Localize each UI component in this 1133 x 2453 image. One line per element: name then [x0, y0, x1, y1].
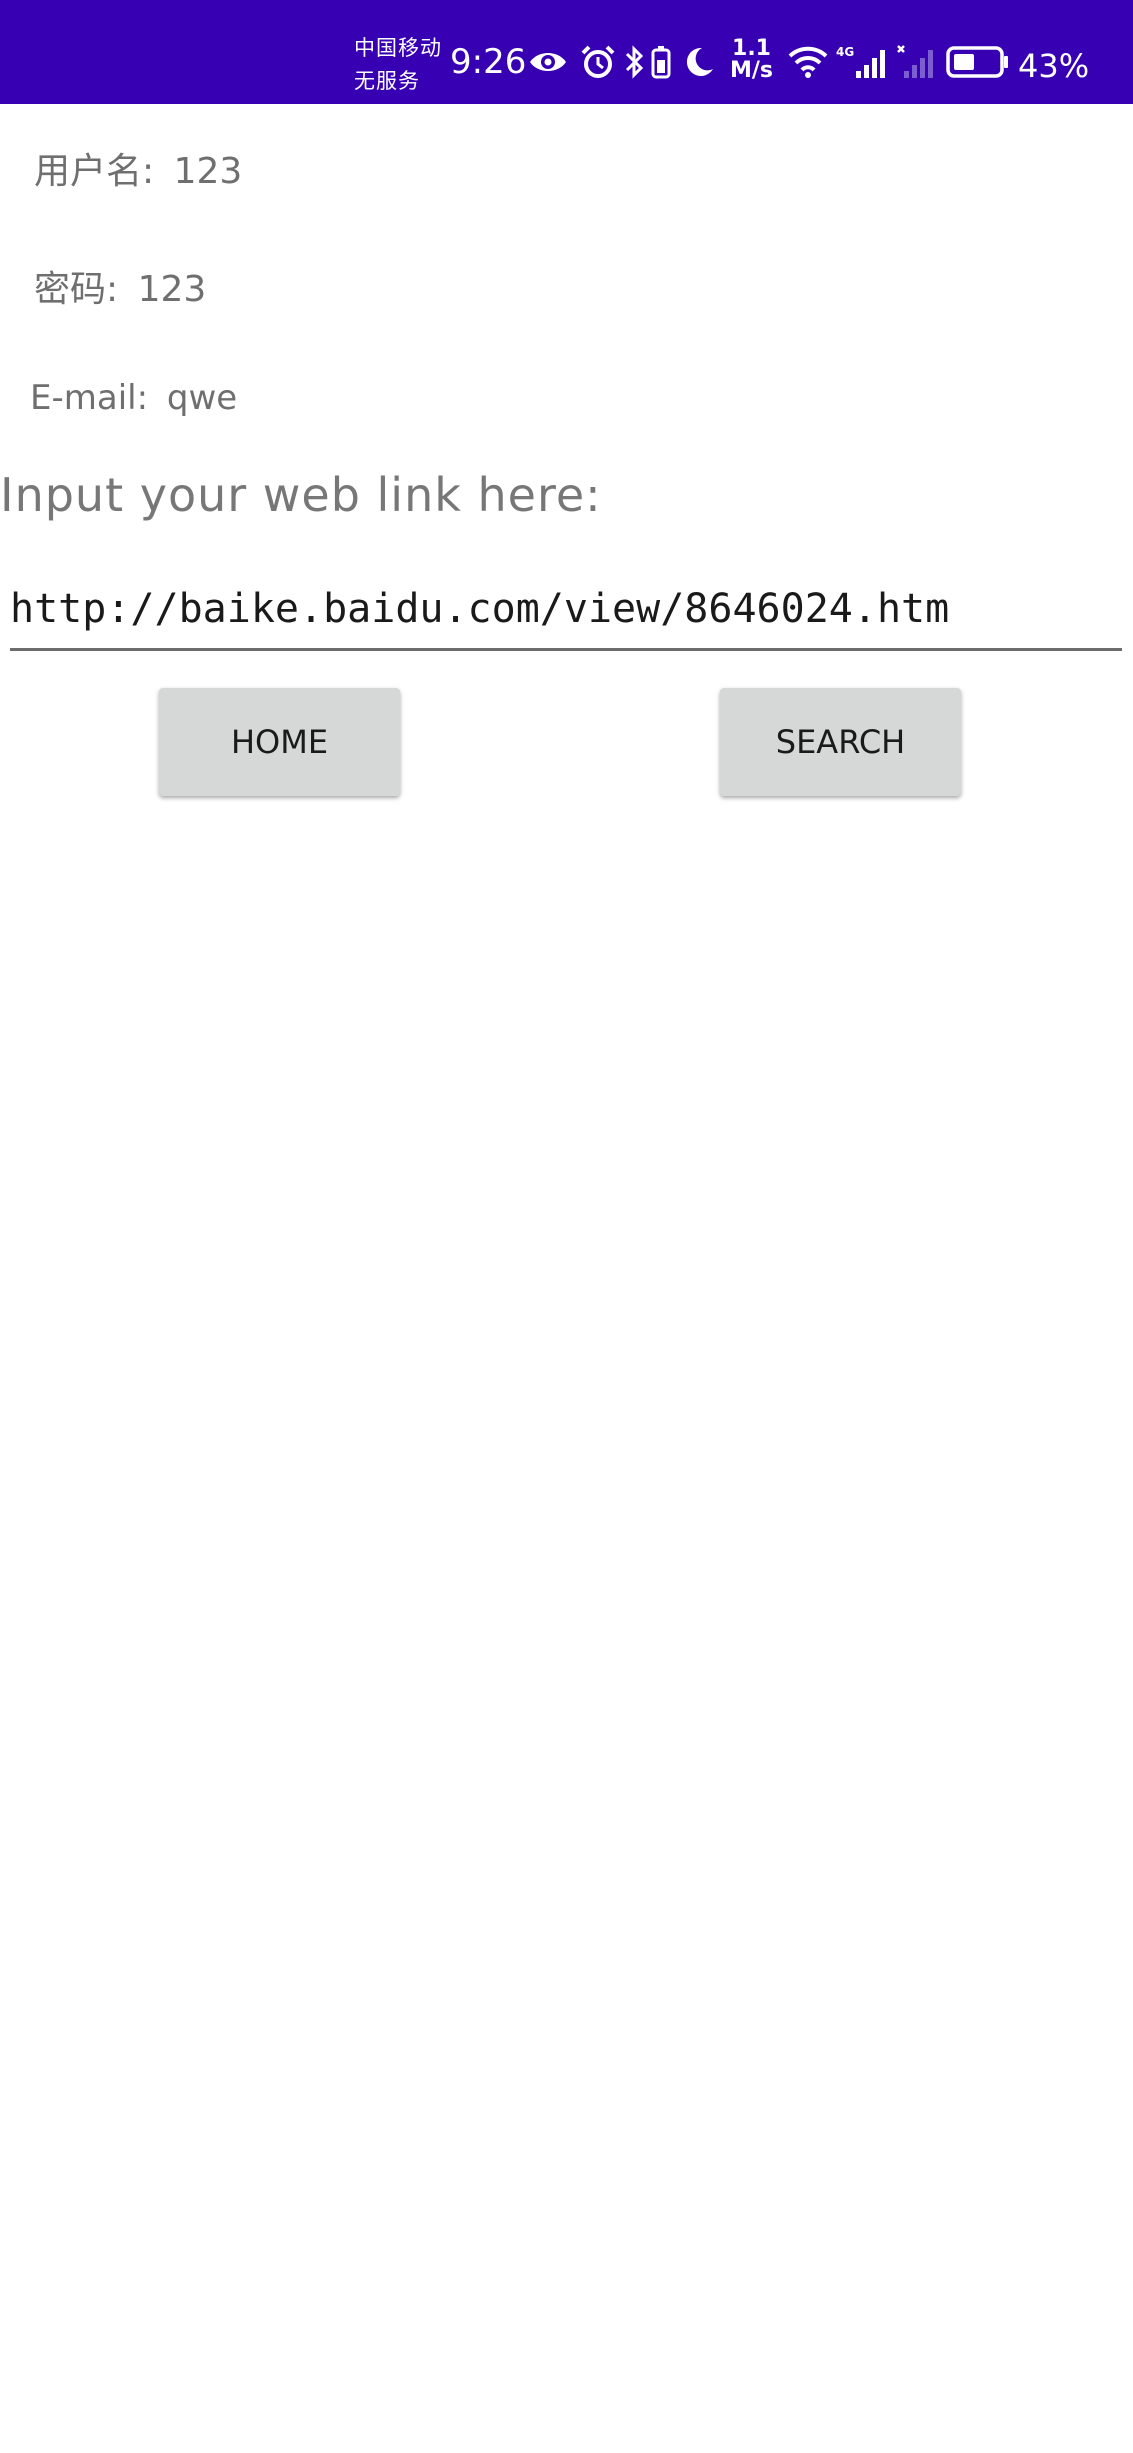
network-speed-value: 1.1	[732, 36, 771, 61]
network-speed-unit: M/s	[730, 58, 774, 83]
username-row: 用户名: 123	[34, 142, 242, 194]
email-row: E-mail: qwe	[30, 378, 237, 418]
password-value: 123	[137, 269, 207, 310]
email-value: qwe	[166, 378, 238, 418]
carrier-name: 中国移动	[354, 36, 442, 60]
carrier-status: 无服务	[354, 69, 420, 93]
battery-percentage: 43%	[1018, 47, 1090, 85]
email-label: E-mail:	[30, 378, 149, 418]
network-speed: 1.1 M/s	[730, 38, 773, 82]
moon-icon	[686, 47, 713, 76]
search-button[interactable]: SEARCH	[720, 688, 961, 796]
battery-icon	[946, 46, 1008, 78]
signal-no-service-icon	[897, 45, 933, 78]
home-button[interactable]: HOME	[159, 688, 400, 796]
clock: 9:26	[450, 42, 527, 82]
svg-text:4G: 4G	[836, 45, 854, 59]
wifi-icon	[788, 46, 828, 78]
bluetooth-icon	[625, 45, 644, 79]
eye-icon	[530, 53, 566, 71]
username-value: 123	[173, 151, 243, 192]
status-bar: 中国移动 无服务 9:26 1.1 M/s 4G 43%	[0, 0, 1133, 104]
alarm-icon	[581, 45, 615, 78]
battery-saver-icon	[651, 46, 671, 79]
password-row: 密码: 123	[34, 260, 206, 312]
url-input[interactable]	[10, 570, 1122, 651]
url-prompt: Input your web link here:	[0, 468, 602, 522]
signal-4g-icon: 4G	[836, 45, 885, 78]
password-label: 密码:	[34, 269, 119, 310]
carrier-info: 中国移动 无服务	[354, 32, 442, 98]
username-label: 用户名:	[34, 151, 155, 192]
